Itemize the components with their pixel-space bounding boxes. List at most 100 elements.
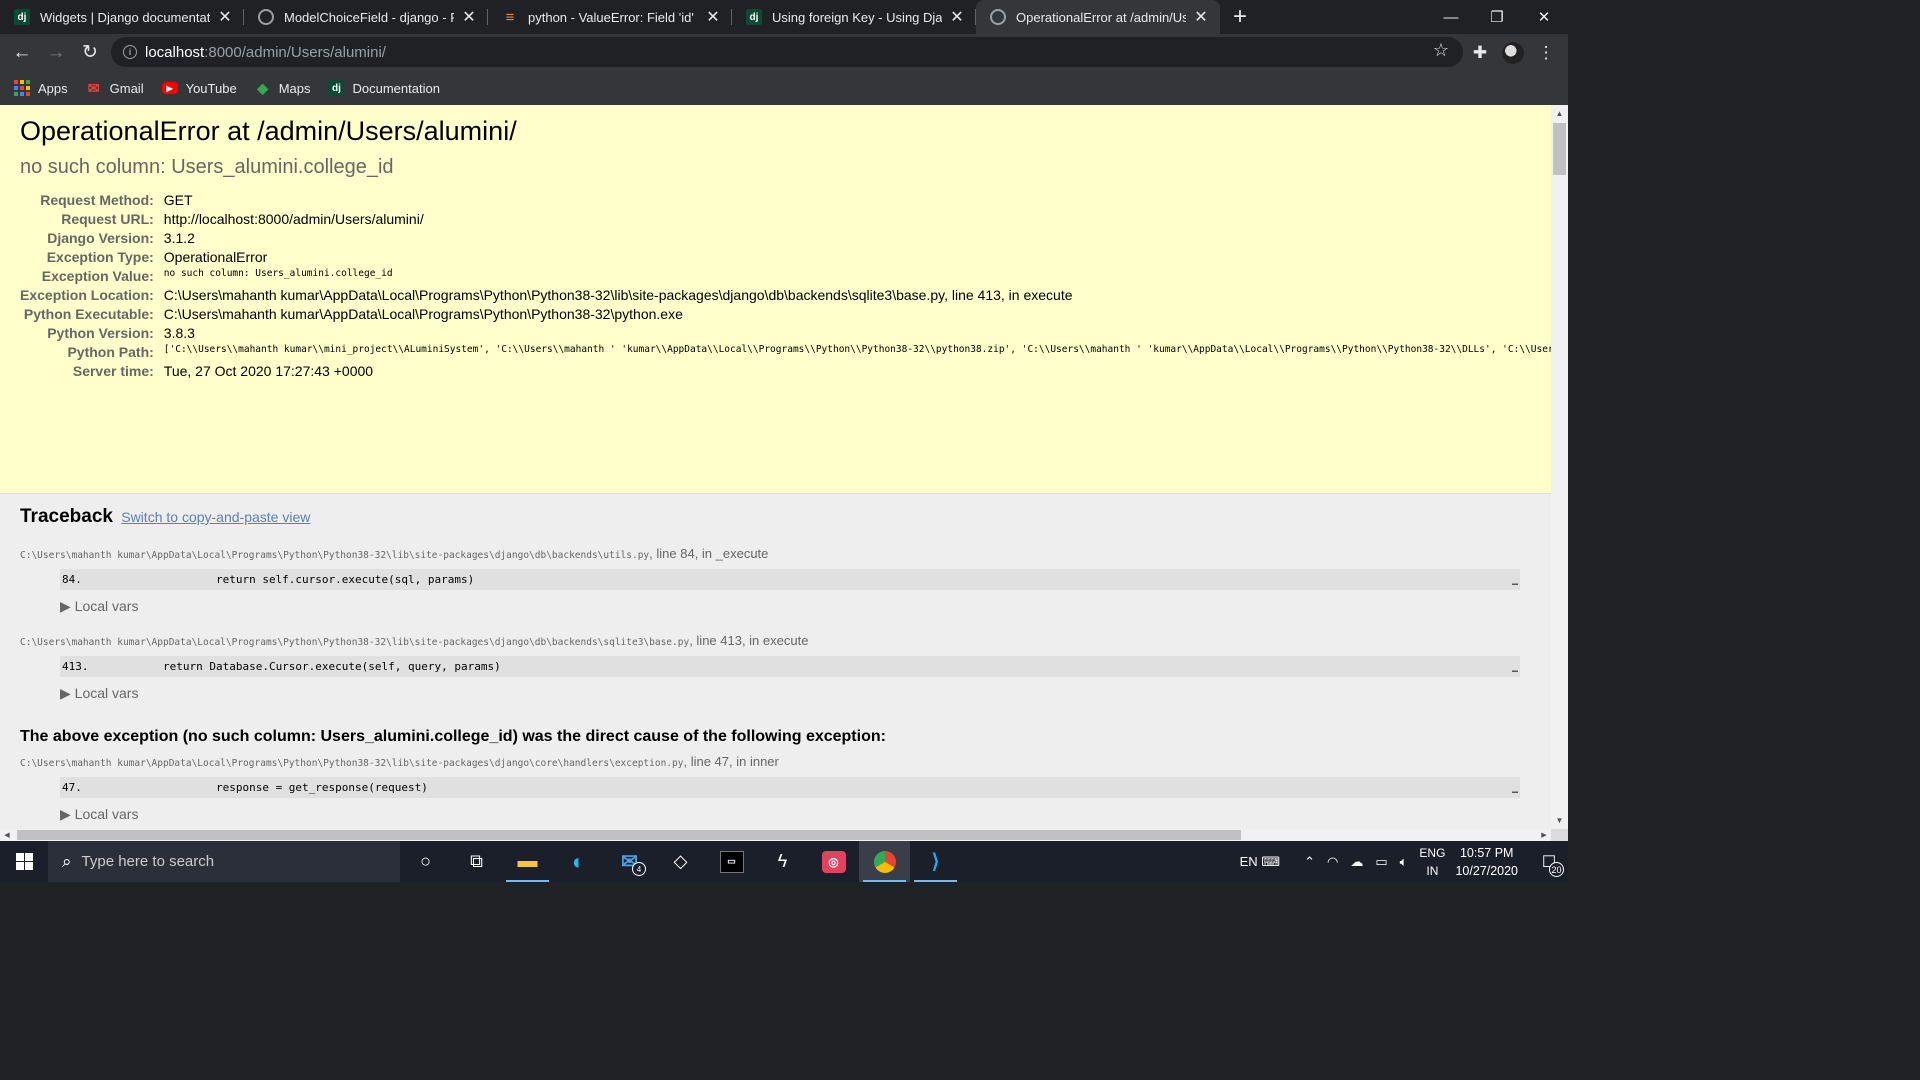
expand-ellipsis[interactable]: … (1512, 785, 1518, 796)
frame-file: C:\Users\mahanth kumar\AppData\Local\Pro… (20, 754, 1531, 769)
file-explorer-icon[interactable]: ▬ (502, 841, 553, 882)
tab-strip: dj Widgets | Django documentation ✕ Mode… (0, 0, 1568, 34)
bookmark-maps[interactable]: ◆ Maps (255, 80, 310, 96)
scrollbar-thumb[interactable] (17, 830, 1241, 840)
meta-row: Server time: Tue, 27 Oct 2020 17:27:43 +0… (20, 362, 1551, 381)
tab-foreign-key[interactable]: dj Using foreign Key - Using Django ✕ (732, 0, 976, 34)
bookmark-gmail[interactable]: ✉ Gmail (86, 80, 144, 96)
meta-value: C:\Users\mahanth kumar\AppData\Local\Pro… (163, 306, 683, 322)
menu-kebab-icon[interactable]: ⋮ (1530, 34, 1562, 71)
tab-widgets[interactable]: dj Widgets | Django documentation ✕ (0, 0, 244, 34)
close-window-icon[interactable]: ✕ (1521, 0, 1567, 34)
meta-row: Python Path: ['C:\\Users\\mahanth kumar\\… (20, 343, 1551, 362)
windows-logo-icon (15, 853, 33, 870)
back-arrow-icon[interactable]: ← (6, 37, 38, 69)
forward-arrow-icon[interactable]: → (40, 37, 72, 69)
cortana-circle-icon[interactable]: ○ (400, 841, 451, 882)
address-bar[interactable]: i localhost:8000/admin/Users/alumini/ ☆ (111, 37, 1463, 67)
scroll-right-arrow-icon[interactable]: ▶ (1537, 829, 1551, 841)
dropbox-icon[interactable]: ◇ (655, 841, 706, 882)
close-icon[interactable]: ✕ (948, 7, 966, 27)
input-label: EN (1239, 853, 1258, 869)
new-tab-button[interactable]: + (1220, 0, 1260, 34)
url-text[interactable]: localhost:8000/admin/Users/alumini/ (145, 44, 386, 61)
scroll-left-arrow-icon[interactable]: ◀ (0, 829, 14, 841)
tab-operationalerror[interactable]: OperationalError at /admin/Users ✕ (976, 0, 1220, 34)
expand-ellipsis[interactable]: … (1512, 664, 1518, 675)
meta-label: Request Method: (40, 192, 154, 208)
vertical-scrollbar[interactable]: ▲ ▼ (1551, 105, 1568, 829)
info-icon[interactable]: i (123, 45, 137, 59)
meta-row: Request URL: http://localhost:8000/admin/… (20, 210, 1551, 229)
clock[interactable]: 10:57 PM 10/27/2020 (1455, 844, 1518, 880)
stackoverflow-icon: ≡ (505, 8, 515, 26)
close-icon[interactable]: ✕ (216, 7, 234, 27)
chevron-up-icon[interactable]: ⌃ (1304, 854, 1315, 870)
scroll-up-arrow-icon[interactable]: ▲ (1551, 105, 1568, 122)
chrome-icon[interactable] (859, 841, 910, 882)
windows-taskbar: ⌕ Type here to search ○ ⧉ ▬ ◐ ✉ 4 ◇ ▭ ϟ ◎… (0, 841, 1568, 882)
frame-code-line[interactable]: 47. response = get_response(request)… (60, 777, 1520, 798)
bookmark-apps[interactable]: Apps (14, 80, 68, 96)
minimize-icon[interactable]: — (1428, 0, 1474, 34)
frame-code-line[interactable]: 413. return Database.Cursor.execute(self… (60, 656, 1520, 677)
taskbar-search-box[interactable]: ⌕ Type here to search (48, 841, 400, 882)
django-icon: dj (746, 9, 762, 25)
meta-value: no such column: Users_alumini.college_id (163, 268, 393, 279)
task-view-icon[interactable]: ⧉ (451, 841, 502, 882)
browser-toolbar: ← → ↻ i localhost:8000/admin/Users/alumi… (0, 34, 1568, 71)
terminal-icon[interactable]: ▭ (706, 841, 757, 882)
bookmark-youtube[interactable]: ▶ YouTube (161, 81, 237, 96)
instagram-icon[interactable]: ◎ (808, 841, 859, 882)
browser-chrome: dj Widgets | Django documentation ✕ Mode… (0, 0, 1568, 105)
traceback-section: Traceback Switch to copy-and-paste view … (0, 494, 1551, 829)
frame-file: C:\Users\mahanth kumar\AppData\Local\Pro… (20, 633, 1531, 648)
horizontal-scrollbar[interactable]: ◀ ▶ (0, 829, 1551, 841)
language-indicator[interactable]: ENG IN (1419, 844, 1445, 880)
local-vars-toggle[interactable]: ▶ Local vars (60, 685, 1531, 702)
tab-valueerror[interactable]: ≡ python - ValueError: Field 'id' exp ✕ (488, 0, 732, 34)
restore-icon[interactable]: ❐ (1474, 0, 1520, 34)
edge-browser-icon[interactable]: ◐ (553, 841, 604, 882)
close-icon[interactable]: ✕ (460, 7, 478, 27)
reload-icon[interactable]: ↻ (74, 37, 106, 69)
volume-icon[interactable]: 🔈︎ (1400, 854, 1408, 870)
frame-filename: C:\Users\mahanth kumar\AppData\Local\Pro… (20, 637, 690, 648)
frame-file: C:\Users\mahanth kumar\AppData\Local\Pro… (20, 546, 1531, 561)
battery-icon[interactable]: ▭ (1375, 854, 1387, 870)
expand-ellipsis[interactable]: … (1512, 577, 1518, 588)
bookmark-star-icon[interactable]: ☆ (1433, 40, 1449, 61)
switch-copy-paste-link[interactable]: Switch to copy-and-paste view (121, 509, 310, 525)
close-icon[interactable]: ✕ (704, 7, 722, 27)
action-center-button[interactable]: ☐ 20 (1530, 841, 1568, 882)
meta-label: Exception Location: (20, 287, 154, 303)
frame-filename: C:\Users\mahanth kumar\AppData\Local\Pro… (20, 550, 650, 561)
language-code: ENG (1419, 845, 1446, 860)
edge-icon: ◐ (571, 848, 586, 874)
region-code: IN (1426, 863, 1439, 878)
tab-title: Using foreign Key - Using Django (772, 9, 942, 25)
profile-avatar[interactable] (1497, 34, 1529, 71)
local-vars-toggle[interactable]: ▶ Local vars (60, 806, 1531, 823)
frame-code-line[interactable]: 84. return self.cursor.execute(sql, para… (60, 569, 1520, 590)
tab-title: OperationalError at /admin/Users (1016, 9, 1186, 25)
vscode-logo-icon: ⟩ (931, 851, 940, 873)
page-title: OperationalError at /admin/Users/alumini… (20, 116, 517, 146)
meta-value: 3.8.3 (163, 325, 195, 341)
tab-title: ModelChoiceField - django - Pyth (284, 9, 454, 25)
sublime-icon[interactable]: ϟ (757, 841, 808, 882)
scrollbar-thumb[interactable] (1553, 123, 1566, 175)
start-button[interactable] (0, 841, 48, 882)
bookmark-label: Documentation (352, 80, 440, 96)
extensions-puzzle-icon[interactable]: ✚ (1464, 34, 1496, 71)
bookmark-documentation[interactable]: dj Documentation (328, 80, 440, 96)
tab-modelchoicefield[interactable]: ModelChoiceField - django - Pyth ✕ (244, 0, 488, 34)
onedrive-error-icon[interactable]: ☁ (1350, 854, 1363, 870)
local-vars-toggle[interactable]: ▶ Local vars (60, 598, 1531, 615)
close-icon[interactable]: ✕ (1192, 7, 1210, 27)
input-indicator[interactable]: EN ⌨ (1240, 854, 1280, 870)
wifi-icon[interactable]: ◠ (1327, 854, 1338, 870)
vscode-icon[interactable]: ⟩ (910, 841, 961, 882)
scroll-down-arrow-icon[interactable]: ▼ (1551, 812, 1568, 829)
mail-app-icon[interactable]: ✉ 4 (604, 841, 655, 882)
